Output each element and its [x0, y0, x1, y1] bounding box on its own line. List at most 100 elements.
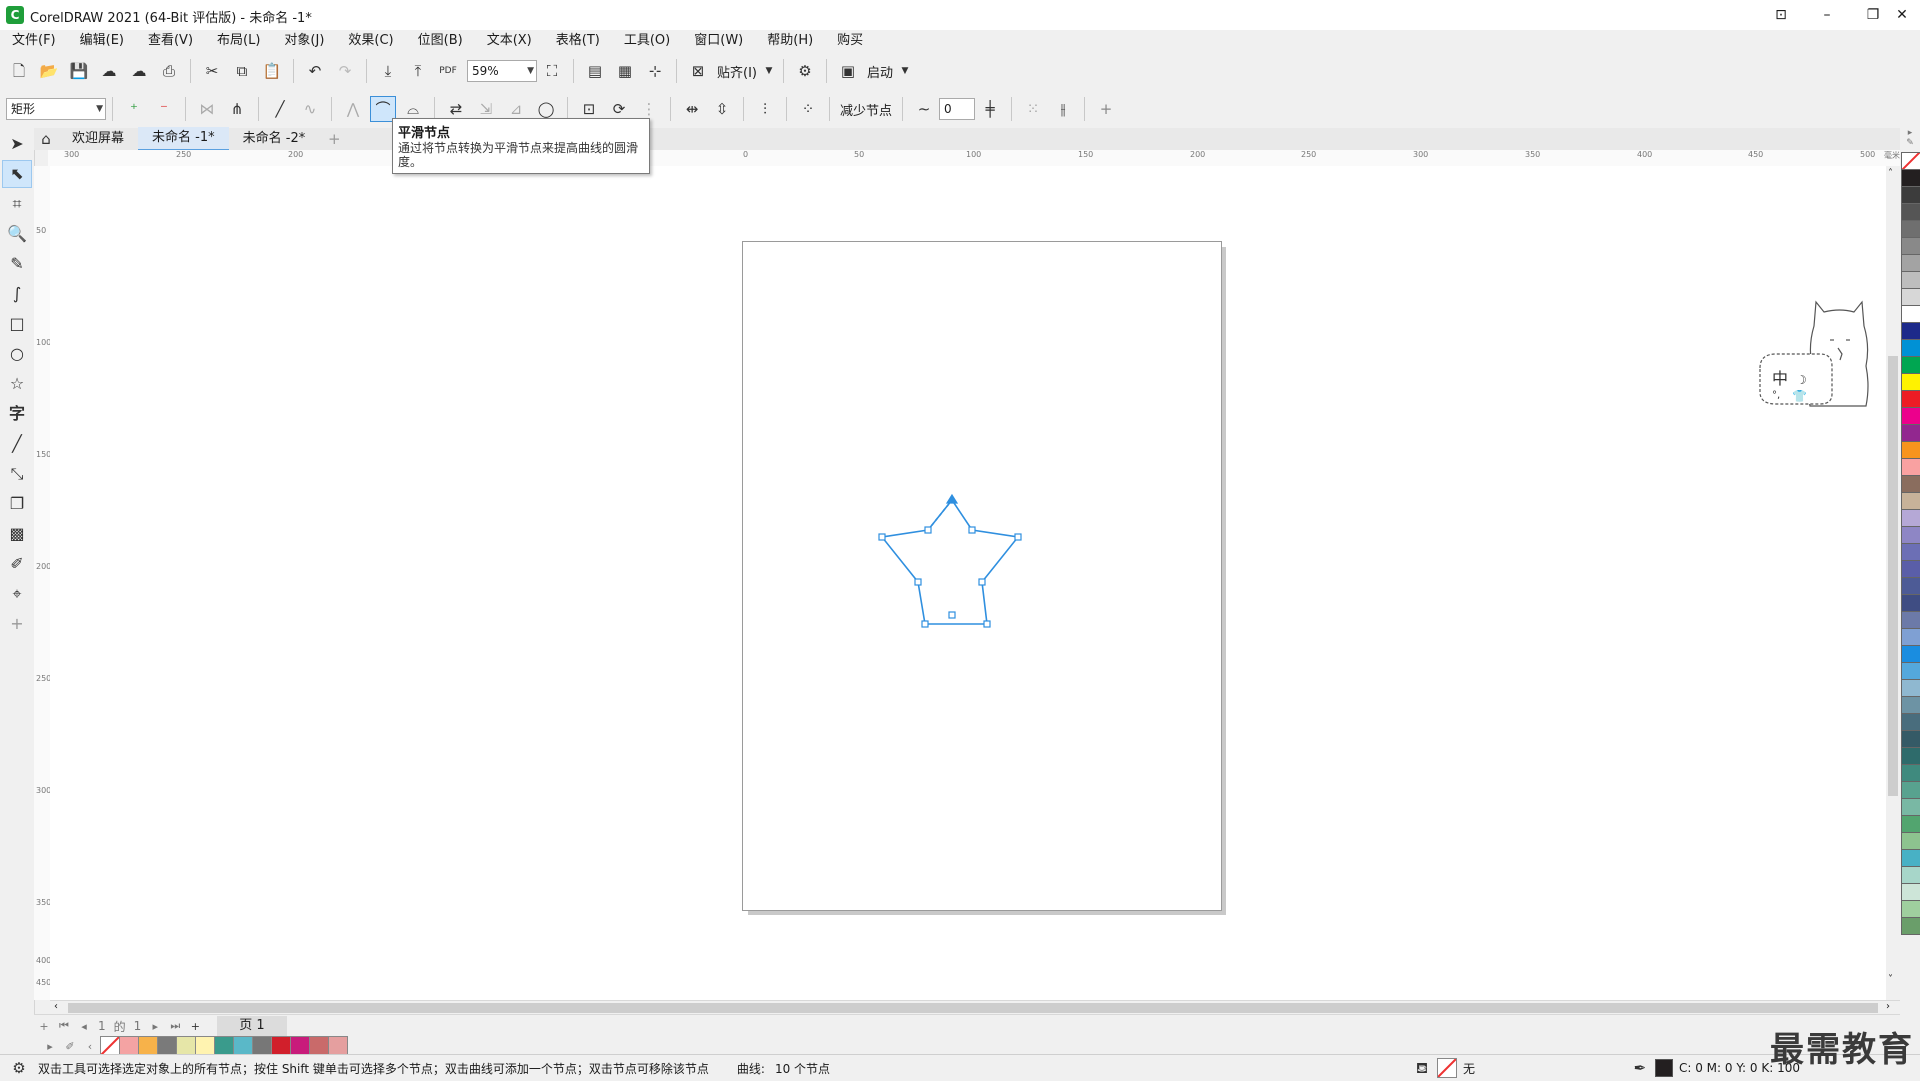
launch-dropdown[interactable]: 启动 [867, 62, 893, 81]
prev-page-icon[interactable]: ◂ [74, 1020, 94, 1033]
document-color-swatch[interactable] [290, 1036, 310, 1056]
color-swatch[interactable] [1901, 543, 1920, 561]
next-page-icon[interactable]: ▸ [145, 1020, 165, 1033]
scroll-right-icon[interactable]: › [1886, 1001, 1890, 1012]
tab-untitled-2[interactable]: 未命名 -2* [229, 128, 320, 150]
delete-node-icon[interactable]: ⁻ [151, 96, 177, 122]
curve-smoothness-icon[interactable]: ∼ [911, 96, 937, 122]
palette-expand-icon[interactable]: ▸ [40, 1040, 60, 1053]
document-color-swatch[interactable] [119, 1036, 139, 1056]
document-color-swatch[interactable] [195, 1036, 215, 1056]
node-handle[interactable] [878, 533, 886, 541]
menu-tools[interactable]: 工具(O) [612, 30, 682, 52]
color-swatch[interactable] [1901, 356, 1920, 374]
minimize-button[interactable]: – [1804, 0, 1850, 30]
freehand-tool-icon[interactable]: ✎ [2, 250, 32, 278]
copy-icon[interactable]: ⧉ [229, 58, 255, 84]
color-swatch[interactable] [1901, 322, 1920, 340]
export-icon[interactable]: ⤒ [405, 58, 431, 84]
color-swatch[interactable] [1901, 900, 1920, 918]
dimension-tool-icon[interactable]: ╱ [2, 430, 32, 458]
pdf-icon[interactable]: PDF [435, 58, 461, 84]
color-swatch[interactable] [1901, 713, 1920, 731]
color-swatch[interactable] [1901, 237, 1920, 255]
menu-buy[interactable]: 购买 [825, 30, 875, 52]
menu-edit[interactable]: 编辑(E) [68, 30, 136, 52]
outline-color-swatch[interactable] [1654, 1059, 1673, 1077]
menu-file[interactable]: 文件(F) [0, 30, 68, 52]
color-swatch[interactable] [1901, 305, 1920, 323]
color-swatch[interactable] [1901, 526, 1920, 544]
scroll-up-icon[interactable]: ˄ [1888, 168, 1893, 179]
launch-icon[interactable]: ▣ [835, 58, 861, 84]
import-icon[interactable]: ⤓ [375, 58, 401, 84]
node-handle[interactable] [924, 526, 932, 534]
scroll-left-icon[interactable]: ‹ [54, 1001, 58, 1012]
node-handle[interactable] [921, 620, 929, 628]
options-gear-icon[interactable]: ⚙ [792, 58, 818, 84]
no-color-swatch[interactable] [100, 1036, 120, 1056]
color-swatch[interactable] [1901, 747, 1920, 765]
node-handle[interactable] [968, 526, 976, 534]
print-icon[interactable]: ⎙ [156, 58, 182, 84]
text-tool-icon[interactable]: 字 [2, 400, 32, 428]
menu-layout[interactable]: 布局(L) [205, 30, 272, 52]
color-swatch[interactable] [1901, 849, 1920, 867]
color-swatch[interactable] [1901, 611, 1920, 629]
outline-pen-icon[interactable]: ✒ [1627, 1055, 1653, 1081]
horizontal-ruler[interactable]: 300 250 200 0 50 100 150 200 250 300 350… [48, 150, 1900, 167]
scroll-down-icon[interactable]: ˅ [1888, 974, 1893, 985]
add-page-icon[interactable]: + [34, 1020, 54, 1033]
first-page-icon[interactable]: ⏮ [54, 1019, 74, 1033]
boundary-nodes-icon[interactable]: ⁙ [1020, 96, 1046, 122]
join-nodes-icon[interactable]: ⋈ [194, 96, 220, 122]
color-swatch[interactable] [1901, 781, 1920, 799]
color-swatch[interactable] [1901, 883, 1920, 901]
mirror-vertical-icon[interactable]: ⇳ [709, 96, 735, 122]
save-icon[interactable]: 💾 [66, 58, 92, 84]
color-swatch[interactable] [1901, 679, 1920, 697]
cloud-upload-icon[interactable]: ☁ [126, 58, 152, 84]
node-handle[interactable] [1014, 533, 1022, 541]
add-node-icon[interactable]: ⁺ [121, 96, 147, 122]
color-swatch[interactable] [1901, 475, 1920, 493]
color-swatch[interactable] [1901, 492, 1920, 510]
last-page-icon[interactable]: ⏭ [165, 1019, 185, 1033]
document-color-swatch[interactable] [252, 1036, 272, 1056]
interactive-fill-icon[interactable]: ⌖ [2, 580, 32, 608]
add-page-after-icon[interactable]: + [185, 1020, 205, 1033]
zoom-tool-icon[interactable]: 🔍 [2, 220, 32, 248]
vertical-ruler[interactable]: 50 100 150 200 250 300 350 400 450 [34, 166, 51, 1000]
open-icon[interactable]: 📂 [36, 58, 62, 84]
star-tool-icon[interactable]: ☆ [2, 370, 32, 398]
document-color-swatch[interactable] [271, 1036, 291, 1056]
snap-to-dropdown[interactable]: 贴齐(I) [717, 62, 757, 81]
cut-icon[interactable]: ✂ [199, 58, 225, 84]
color-swatch[interactable] [1901, 458, 1920, 476]
color-swatch[interactable] [1901, 288, 1920, 306]
no-color-swatch[interactable] [1901, 152, 1920, 170]
color-swatch[interactable] [1901, 628, 1920, 646]
color-swatch[interactable] [1901, 339, 1920, 357]
color-swatch[interactable] [1901, 220, 1920, 238]
color-swatch[interactable] [1901, 832, 1920, 850]
document-color-swatch[interactable] [176, 1036, 196, 1056]
account-icon[interactable]: ⊡ [1758, 0, 1804, 30]
chevron-down-icon[interactable]: ▼ [763, 58, 775, 84]
tab-untitled-1[interactable]: 未命名 -1* [138, 127, 229, 151]
fill-bucket-icon[interactable]: ⛾ [1409, 1055, 1435, 1081]
eyedropper-icon[interactable]: ✐ [60, 1040, 80, 1053]
home-icon[interactable]: ⌂ [34, 126, 58, 152]
color-swatch[interactable] [1901, 866, 1920, 884]
color-swatch[interactable] [1901, 169, 1920, 187]
menu-view[interactable]: 查看(V) [136, 30, 205, 52]
color-swatch[interactable] [1901, 186, 1920, 204]
color-swatch[interactable] [1901, 271, 1920, 289]
reduce-nodes-button[interactable]: 减少节点 [840, 100, 892, 119]
document-color-swatch[interactable] [328, 1036, 348, 1056]
to-curve-icon[interactable]: ∿ [297, 96, 323, 122]
guidelines-icon[interactable]: ⊹ [642, 58, 668, 84]
select-all-nodes-icon[interactable]: ⁘ [795, 96, 821, 122]
new-tab-icon[interactable]: + [321, 126, 347, 152]
page-tab-1[interactable]: 页 1 [217, 1016, 287, 1036]
